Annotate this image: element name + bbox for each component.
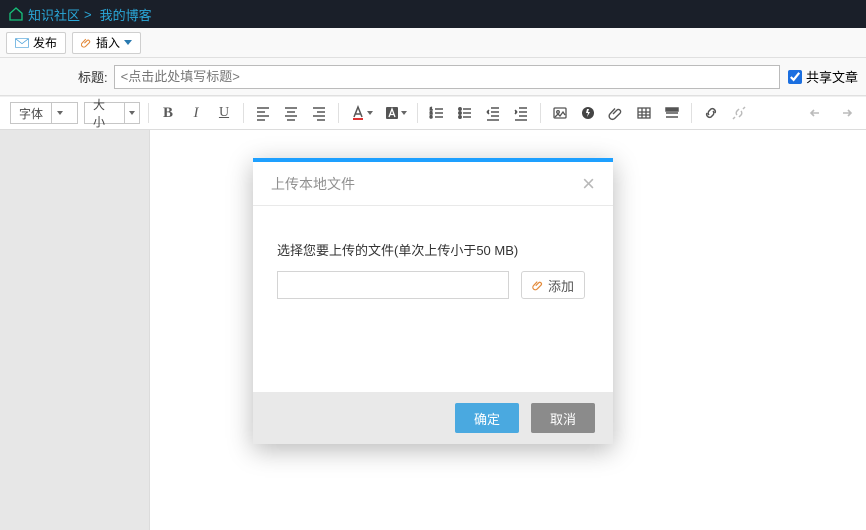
attachment-icon <box>532 279 544 291</box>
modal-body: 选择您要上传的文件(单次上传小于50 MB) 添加 <box>253 206 613 392</box>
modal-title: 上传本地文件 <box>271 174 355 194</box>
add-file-button[interactable]: 添加 <box>521 271 585 299</box>
modal-header: 上传本地文件 × <box>253 162 613 206</box>
modal-description: 选择您要上传的文件(单次上传小于50 MB) <box>277 240 589 259</box>
modal-footer: 确定 取消 <box>253 392 613 444</box>
ok-button[interactable]: 确定 <box>455 403 519 433</box>
file-path-input[interactable] <box>277 271 509 299</box>
modal-overlay: 上传本地文件 × 选择您要上传的文件(单次上传小于50 MB) 添加 确定 取消 <box>0 0 866 530</box>
cancel-button[interactable]: 取消 <box>531 403 595 433</box>
upload-modal: 上传本地文件 × 选择您要上传的文件(单次上传小于50 MB) 添加 确定 取消 <box>253 158 613 444</box>
add-file-label: 添加 <box>548 276 574 295</box>
close-icon[interactable]: × <box>582 173 595 195</box>
